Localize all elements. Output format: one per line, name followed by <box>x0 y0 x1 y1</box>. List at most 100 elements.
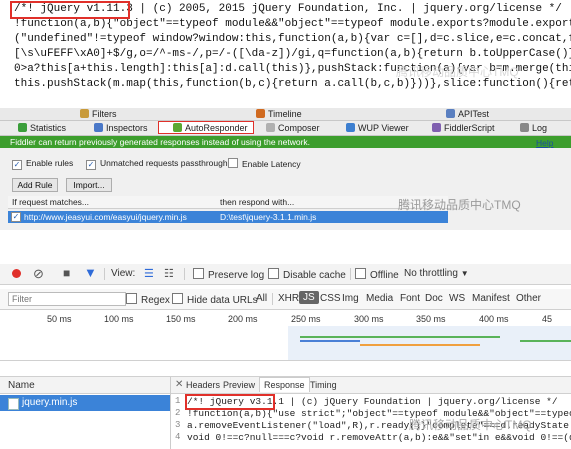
watermark: 腾讯移动品质中心TMQ <box>398 198 521 212</box>
type-font[interactable]: Font <box>400 293 420 304</box>
help-link[interactable]: Help <box>536 138 553 148</box>
apitest-icon <box>446 109 455 118</box>
request-bar <box>300 336 500 338</box>
tick-label: 350 ms <box>416 314 446 324</box>
type-manifest[interactable]: Manifest <box>472 293 510 304</box>
tab-log[interactable]: Log <box>520 122 547 134</box>
regex-checkbox[interactable]: Regex <box>126 293 170 306</box>
record-icon[interactable] <box>12 269 21 278</box>
composer-icon <box>266 123 275 132</box>
fiddler-main-tabs: Statistics Inspectors AutoResponder Comp… <box>0 121 571 136</box>
tab-composer[interactable]: Composer <box>266 122 320 134</box>
checkbox <box>228 158 238 168</box>
type-doc[interactable]: Doc <box>425 293 443 304</box>
tab-fiddlerscript[interactable]: FiddlerScript <box>432 122 495 134</box>
type-css[interactable]: CSS <box>320 293 341 304</box>
type-img[interactable]: Img <box>342 293 359 304</box>
request-row-selected[interactable]: jquery.min.js <box>0 395 170 411</box>
wup-viewer-icon <box>346 123 355 132</box>
fiddler-top-tabs: Filters Timeline APITest <box>0 108 571 121</box>
fiddlerscript-icon <box>432 123 441 132</box>
selection-range <box>288 326 571 360</box>
dropdown-arrow-icon: ▼ <box>460 269 469 278</box>
type-xhr[interactable]: XHR <box>278 293 299 304</box>
throttling-select[interactable]: No throttling ▼ <box>404 268 469 279</box>
tab-timing[interactable]: Timing <box>310 380 337 390</box>
checkbox: ✓ <box>12 160 22 170</box>
checkbox: ✓ <box>86 160 96 170</box>
filter-icon <box>80 109 89 118</box>
tab-autoresponder[interactable]: AutoResponder <box>158 121 254 134</box>
tick-label: 300 ms <box>354 314 384 324</box>
file-icon <box>8 398 19 410</box>
view-label: View: <box>111 268 136 279</box>
code-panel: /*! jQuery v1.11.3 | (c) 2005, 2015 jQue… <box>0 0 571 97</box>
tab-preview[interactable]: Preview <box>223 380 255 390</box>
tab-inspectors[interactable]: Inspectors <box>94 122 148 134</box>
tick-label: 200 ms <box>228 314 258 324</box>
type-ws[interactable]: WS <box>449 293 465 304</box>
version-highlight-box <box>185 394 275 410</box>
request-bar <box>360 344 480 346</box>
info-banner: Fiddler can return previously generated … <box>0 136 571 148</box>
tab-filters[interactable]: Filters <box>80 108 117 120</box>
column-respond: then respond with... <box>220 197 295 207</box>
rule-row[interactable]: ✓ http://www.jeasyui.com/easyui/jquery.m… <box>8 211 448 223</box>
tab-statistics[interactable]: Statistics <box>18 122 66 134</box>
response-tabs: ✕ Headers Preview Response Timing <box>171 377 571 394</box>
enable-latency-checkbox[interactable]: Enable Latency <box>228 158 301 169</box>
line-number: 2 <box>175 408 181 418</box>
clear-icon[interactable]: ⊘ <box>33 266 44 282</box>
rule-checkbox[interactable]: ✓ <box>11 212 21 222</box>
watermark: 腾讯移动品质中心TMQ <box>396 65 519 79</box>
type-js[interactable]: JS <box>299 291 319 304</box>
add-rule-button[interactable]: Add Rule <box>12 178 58 192</box>
column-match: If request matches... <box>12 197 90 207</box>
offline-checkbox[interactable]: Offline <box>355 268 399 281</box>
rule-respond-file: D:\test\jquery-3.1.1.min.js <box>220 212 317 222</box>
close-icon[interactable]: ✕ <box>175 379 183 390</box>
tab-response[interactable]: Response <box>259 377 310 392</box>
type-media[interactable]: Media <box>366 293 393 304</box>
lightning-icon <box>173 123 182 132</box>
statistics-icon <box>18 123 27 132</box>
tick-label: 250 ms <box>291 314 321 324</box>
tab-headers[interactable]: Headers <box>186 380 220 390</box>
camera-icon[interactable]: ■ <box>63 266 70 280</box>
rules-header: If request matches... then respond with.… <box>8 196 448 209</box>
line-number: 4 <box>175 432 181 442</box>
fiddler-panel: Filters Timeline APITest Statistics Insp… <box>0 108 571 230</box>
watermark: 腾讯移动品质中心TMQ <box>409 418 532 432</box>
enable-rules-checkbox[interactable]: ✓ Enable rules <box>12 158 73 170</box>
version-highlight-box <box>10 1 130 19</box>
code-line: [\s\uFEFF\xA0]+$/g,o=/^-ms-/,p=/-([\da-z… <box>14 48 571 60</box>
tab-apitest[interactable]: APITest <box>446 108 489 120</box>
response-body: 1 /*! jQuery v3.1.1 | (c) jQuery Foundat… <box>171 394 571 449</box>
tick-label: 100 ms <box>104 314 134 324</box>
name-column-header[interactable]: Name <box>0 377 170 394</box>
timeline-icon <box>256 109 265 118</box>
code-line: !function(a,b){"object"==typeof module&&… <box>14 18 571 30</box>
tab-wup-viewer[interactable]: WUP Viewer <box>346 122 409 134</box>
tick-label: 45 <box>542 314 553 324</box>
type-other[interactable]: Other <box>516 293 541 304</box>
file-name: jquery.min.js <box>22 397 78 408</box>
disable-cache-checkbox[interactable]: Disable cache <box>268 268 346 281</box>
line-number: 3 <box>175 420 181 430</box>
rule-match-url: http://www.jeasyui.com/easyui/jquery.min… <box>24 212 187 222</box>
waterfall-icon[interactable]: ☷ <box>164 267 174 280</box>
filter-funnel-icon[interactable]: ▼ <box>84 265 97 280</box>
hide-data-urls-checkbox[interactable]: Hide data URLs <box>172 293 258 306</box>
unmatched-passthrough-checkbox[interactable]: ✓ Unmatched requests passthrough <box>86 158 228 170</box>
preserve-log-checkbox[interactable]: Preserve log <box>193 268 264 281</box>
log-icon <box>520 123 529 132</box>
filter-bar: Regex Hide data URLs All XHR JS CSS Img … <box>0 289 571 310</box>
devtools-panel: ⊘ ■ ▼ View: ☰ ☷ Preserve log Disable cac… <box>0 264 571 449</box>
large-rows-icon[interactable]: ☰ <box>144 267 154 280</box>
import-button[interactable]: Import... <box>66 178 112 192</box>
type-all[interactable]: All <box>256 293 267 304</box>
tab-timeline[interactable]: Timeline <box>256 108 302 120</box>
tick-label: 150 ms <box>166 314 196 324</box>
overview-timeline[interactable]: 50 ms 100 ms 150 ms 200 ms 250 ms 300 ms… <box>0 310 571 361</box>
filter-input[interactable] <box>8 292 126 306</box>
